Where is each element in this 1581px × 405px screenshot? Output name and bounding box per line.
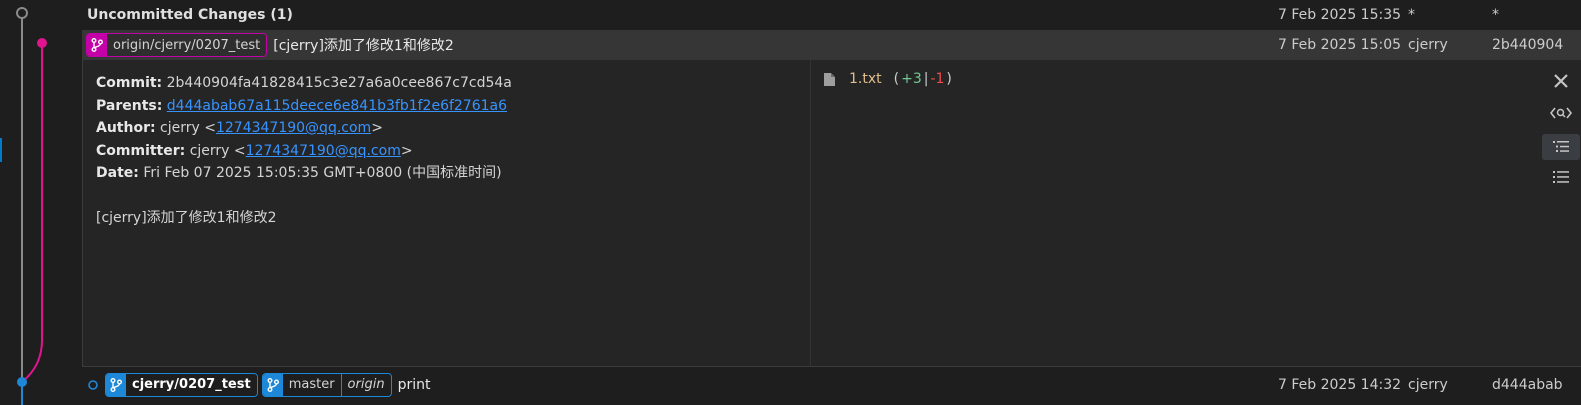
selected-commit-node: [37, 38, 47, 48]
file-stat-open: (: [893, 71, 900, 87]
author-label: Author:: [96, 120, 156, 136]
close-icon: [1554, 74, 1568, 88]
uncommitted-changes-row[interactable]: Uncommitted Changes (1) 7 Feb 2025 15:35…: [82, 0, 1581, 30]
author-email-close: >: [371, 120, 383, 136]
branch-icon: [262, 373, 283, 396]
date-label: Date:: [96, 165, 139, 181]
file-name[interactable]: 1.txt: [849, 71, 882, 87]
changed-file-item[interactable]: 1.txt ( +3 | -1 ): [824, 71, 952, 87]
parent-hash-link[interactable]: d444abab67a115deece6e841b3fb1f2e6f2761a6: [167, 98, 507, 114]
uncommitted-author: *: [1408, 7, 1415, 23]
bottom-commit-author: cjerry: [1408, 376, 1448, 393]
uncommitted-date: 7 Feb 2025 15:35: [1278, 7, 1402, 23]
branch-icon: [106, 373, 126, 396]
search-icon: [1550, 107, 1572, 119]
commit-date: 7 Feb 2025 15:05: [1278, 37, 1402, 53]
parents-label: Parents:: [96, 97, 163, 114]
remote-branch-label: origin/cjerry/0207_test: [107, 34, 267, 56]
file-stat-separator: |: [923, 71, 929, 87]
author-name: cjerry <: [160, 120, 216, 136]
close-details-button[interactable]: [1542, 68, 1580, 94]
file-additions: +3: [901, 71, 922, 87]
remote-branch-ref[interactable]: origin/cjerry/0207_test: [86, 33, 268, 57]
file-stat-close: ): [946, 71, 952, 87]
local-branch-label: cjerry/0207_test: [126, 373, 257, 396]
detail-commit-message: [cjerry]添加了修改1和修改2: [96, 209, 277, 226]
head-indicator-icon: [88, 379, 98, 390]
detail-commit-line: Commit: 2b440904fa41828415c3e27a6a0cee86…: [96, 72, 512, 95]
date-value: Fri Feb 07 2025 15:05:35 GMT+0800 (中国标准时…: [143, 165, 502, 181]
list-view-button[interactable]: [1542, 164, 1580, 190]
git-graph-view: Uncommitted Changes (1) 7 Feb 2025 15:35…: [0, 0, 1581, 405]
tree-view-icon: [1553, 141, 1569, 152]
bottom-commit-date: 7 Feb 2025 14:32: [1278, 376, 1402, 393]
details-divider[interactable]: [810, 60, 811, 366]
uncommitted-node: [16, 7, 28, 19]
local-branch-ref[interactable]: cjerry/0207_test: [105, 372, 258, 397]
detail-date-line: Date: Fri Feb 07 2025 15:05:35 GMT+0800 …: [96, 162, 512, 185]
file-deletions: -1: [930, 71, 945, 87]
commit-row-d444abab[interactable]: cjerry/0207_test master origin print 7 F…: [82, 366, 1581, 402]
list-view-icon: [1553, 171, 1569, 183]
file-icon: [824, 72, 835, 86]
detail-parents-line: Parents: d444abab67a115deece6e841b3fb1f2…: [96, 95, 512, 118]
bottom-commit-hash: d444abab: [1492, 376, 1563, 393]
commit-details-panel: Commit: 2b440904fa41828415c3e27a6a0cee86…: [82, 60, 1541, 366]
bottom-commit-message: print: [397, 376, 431, 393]
commit-message: [cjerry]添加了修改1和修改2: [273, 38, 454, 54]
committer-email-close: >: [400, 142, 413, 159]
uncommitted-title: Uncommitted Changes (1): [87, 7, 293, 23]
graph-line-branch: [21, 43, 43, 383]
details-toolbar: [1540, 60, 1581, 366]
commit-full-hash: 2b440904fa41828415c3e27a6a0cee867c7cd54a: [166, 75, 512, 91]
committer-email-link[interactable]: 1274347190@qq.com: [246, 143, 401, 159]
commit-author: cjerry: [1408, 37, 1448, 53]
branch-icon: [87, 34, 107, 56]
detail-author-line: Author: cjerry <1274347190@qq.com>: [96, 117, 512, 140]
master-branch-ref[interactable]: master origin: [261, 372, 392, 397]
committer-name: cjerry <: [189, 142, 246, 159]
master-branch-label: master: [282, 373, 341, 396]
selected-commit-row[interactable]: origin/cjerry/0207_test [cjerry]添加了修改1和修…: [82, 30, 1581, 60]
author-email-link[interactable]: 1274347190@qq.com: [216, 120, 371, 136]
commit-graph: [0, 0, 82, 405]
master-remote-label: origin: [340, 373, 391, 396]
bottom-commit-node: [17, 377, 27, 387]
scroll-indicator: [0, 138, 2, 162]
commit-label: Commit:: [96, 75, 163, 91]
commit-details-info: Commit: 2b440904fa41828415c3e27a6a0cee86…: [96, 72, 512, 229]
uncommitted-hash: *: [1492, 7, 1499, 23]
tree-view-button[interactable]: [1542, 134, 1580, 160]
committer-label: Committer:: [96, 142, 186, 159]
detail-committer-line: Committer: cjerry <1274347190@qq.com>: [96, 140, 512, 163]
commit-hash: 2b440904: [1492, 37, 1564, 53]
open-in-search-button[interactable]: [1542, 100, 1580, 126]
